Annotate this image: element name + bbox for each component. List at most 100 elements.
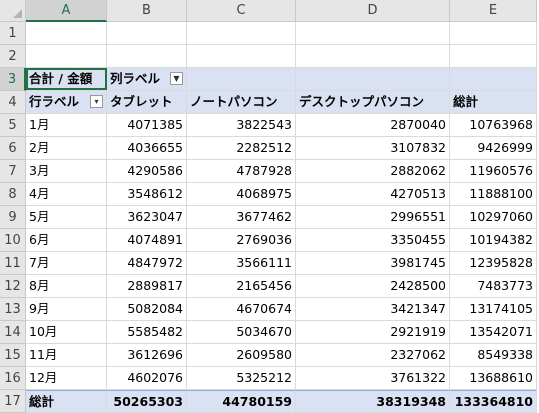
pivot-total-cell[interactable]: 133364810 [450, 390, 537, 413]
pivot-value-cell[interactable]: 2769036 [187, 229, 296, 252]
empty-cell[interactable] [296, 45, 450, 68]
pivot-column-header[interactable]: ノートパソコン [187, 91, 296, 114]
column-header-b[interactable]: B [107, 0, 187, 22]
pivot-value-cell[interactable]: 13542071 [450, 321, 537, 344]
empty-cell[interactable] [450, 22, 537, 45]
pivot-value-cell[interactable]: 2889817 [107, 275, 187, 298]
row-header-4[interactable]: 4 [0, 91, 26, 114]
pivot-value-cell[interactable]: 3421347 [296, 298, 450, 321]
pivot-header-cell[interactable] [450, 68, 537, 91]
column-header-d[interactable]: D [296, 0, 450, 22]
pivot-value-cell[interactable]: 4074891 [107, 229, 187, 252]
row-header-2[interactable]: 2 [0, 45, 26, 68]
column-header-e[interactable]: E [450, 0, 537, 22]
pivot-value-cell[interactable]: 10763968 [450, 114, 537, 137]
pivot-value-cell[interactable]: 3350455 [296, 229, 450, 252]
empty-cell[interactable] [107, 45, 187, 68]
pivot-row-label-cell[interactable]: 7月 [26, 252, 107, 275]
pivot-value-cell[interactable]: 3548612 [107, 183, 187, 206]
pivot-value-cell[interactable]: 2282512 [187, 137, 296, 160]
pivot-row-label-cell[interactable]: 4月 [26, 183, 107, 206]
pivot-value-cell[interactable]: 2870040 [296, 114, 450, 137]
pivot-value-cell[interactable]: 3981745 [296, 252, 450, 275]
pivot-value-cell[interactable]: 5325212 [187, 367, 296, 390]
row-header-16[interactable]: 16 [0, 367, 26, 390]
pivot-value-cell[interactable]: 7483773 [450, 275, 537, 298]
pivot-total-label[interactable]: 総計 [26, 390, 107, 413]
pivot-value-cell[interactable]: 4787928 [187, 160, 296, 183]
pivot-value-cell[interactable]: 3677462 [187, 206, 296, 229]
pivot-total-cell[interactable]: 38319348 [296, 390, 450, 413]
pivot-value-cell[interactable]: 2428500 [296, 275, 450, 298]
empty-cell[interactable] [296, 22, 450, 45]
pivot-value-cell[interactable]: 10194382 [450, 229, 537, 252]
row-header-10[interactable]: 10 [0, 229, 26, 252]
empty-cell[interactable] [107, 22, 187, 45]
empty-cell[interactable] [187, 22, 296, 45]
pivot-value-cell[interactable]: 2882062 [296, 160, 450, 183]
pivot-value-cell[interactable]: 5082084 [107, 298, 187, 321]
pivot-value-cell[interactable]: 5585482 [107, 321, 187, 344]
pivot-value-cell[interactable]: 3612696 [107, 344, 187, 367]
row-header-3[interactable]: 3 [0, 68, 26, 91]
pivot-value-cell[interactable]: 3761322 [296, 367, 450, 390]
column-header-c[interactable]: C [187, 0, 296, 22]
pivot-value-cell[interactable]: 3107832 [296, 137, 450, 160]
row-header-8[interactable]: 8 [0, 183, 26, 206]
pivot-value-cell[interactable]: 4068975 [187, 183, 296, 206]
pivot-value-field[interactable]: 合計 / 金額 [26, 68, 107, 91]
row-header-17[interactable]: 17 [0, 390, 26, 413]
row-header-13[interactable]: 13 [0, 298, 26, 321]
pivot-value-cell[interactable]: 12395828 [450, 252, 537, 275]
pivot-row-label-cell[interactable]: 9月 [26, 298, 107, 321]
pivot-row-label[interactable]: 行ラベル ▾ [26, 91, 107, 114]
pivot-row-label-cell[interactable]: 10月 [26, 321, 107, 344]
pivot-value-cell[interactable]: 4602076 [107, 367, 187, 390]
pivot-value-cell[interactable]: 2165456 [187, 275, 296, 298]
empty-cell[interactable] [450, 45, 537, 68]
pivot-row-label-cell[interactable]: 5月 [26, 206, 107, 229]
pivot-value-cell[interactable]: 11960576 [450, 160, 537, 183]
pivot-row-label-cell[interactable]: 2月 [26, 137, 107, 160]
row-header-1[interactable]: 1 [0, 22, 26, 45]
pivot-value-cell[interactable]: 8549338 [450, 344, 537, 367]
dropdown-arrow-icon[interactable]: ▾ [90, 95, 103, 108]
pivot-value-cell[interactable]: 2996551 [296, 206, 450, 229]
pivot-total-cell[interactable]: 44780159 [187, 390, 296, 413]
empty-cell[interactable] [26, 22, 107, 45]
row-header-7[interactable]: 7 [0, 160, 26, 183]
pivot-value-cell[interactable]: 11888100 [450, 183, 537, 206]
pivot-value-cell[interactable]: 4270513 [296, 183, 450, 206]
pivot-value-cell[interactable]: 4847972 [107, 252, 187, 275]
pivot-value-cell[interactable]: 2609580 [187, 344, 296, 367]
pivot-value-cell[interactable]: 5034670 [187, 321, 296, 344]
pivot-value-cell[interactable]: 4036655 [107, 137, 187, 160]
pivot-value-cell[interactable]: 3822543 [187, 114, 296, 137]
pivot-value-cell[interactable]: 2327062 [296, 344, 450, 367]
pivot-value-cell[interactable]: 13174105 [450, 298, 537, 321]
row-header-6[interactable]: 6 [0, 137, 26, 160]
pivot-value-cell[interactable]: 3566111 [187, 252, 296, 275]
row-header-14[interactable]: 14 [0, 321, 26, 344]
row-header-9[interactable]: 9 [0, 206, 26, 229]
empty-cell[interactable] [187, 45, 296, 68]
pivot-column-header[interactable]: タブレット [107, 91, 187, 114]
select-all-button[interactable] [0, 0, 26, 22]
pivot-total-cell[interactable]: 50265303 [107, 390, 187, 413]
pivot-column-label[interactable]: 列ラベル ▼ [107, 68, 187, 91]
pivot-row-label-cell[interactable]: 3月 [26, 160, 107, 183]
pivot-value-cell[interactable]: 10297060 [450, 206, 537, 229]
pivot-column-header[interactable]: デスクトップパソコン [296, 91, 450, 114]
empty-cell[interactable] [26, 45, 107, 68]
row-header-5[interactable]: 5 [0, 114, 26, 137]
row-header-15[interactable]: 15 [0, 344, 26, 367]
pivot-value-cell[interactable]: 4670674 [187, 298, 296, 321]
pivot-header-cell[interactable] [187, 68, 296, 91]
pivot-row-label-cell[interactable]: 1月 [26, 114, 107, 137]
pivot-value-cell[interactable]: 4071385 [107, 114, 187, 137]
row-header-11[interactable]: 11 [0, 252, 26, 275]
pivot-value-cell[interactable]: 2921919 [296, 321, 450, 344]
pivot-row-label-cell[interactable]: 11月 [26, 344, 107, 367]
pivot-column-header[interactable]: 総計 [450, 91, 537, 114]
pivot-value-cell[interactable]: 3623047 [107, 206, 187, 229]
